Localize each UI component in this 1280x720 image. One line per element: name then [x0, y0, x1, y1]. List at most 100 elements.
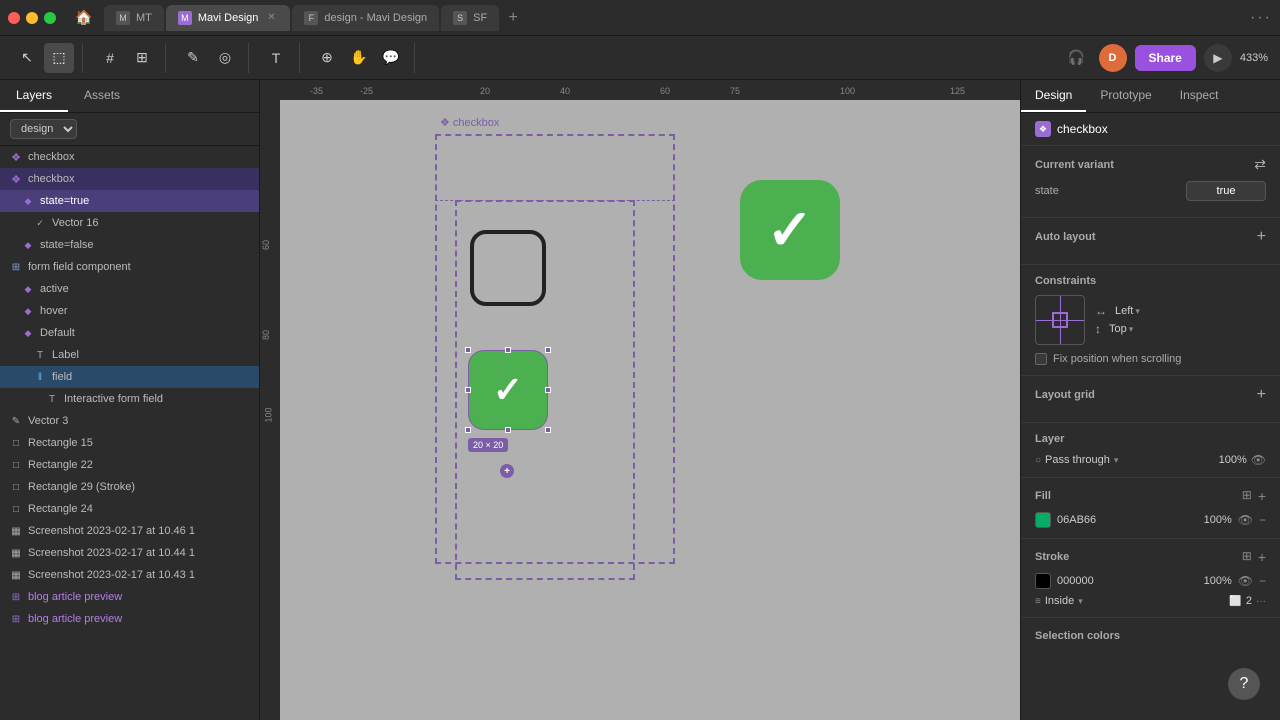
layer-item-active[interactable]: ◆ active: [0, 278, 259, 300]
layer-item-screenshot1[interactable]: ▦ Screenshot 2023-02-17 at 10.46 1: [0, 520, 259, 542]
minimize-button[interactable]: [26, 12, 38, 24]
tab-prototype[interactable]: Prototype: [1086, 80, 1165, 112]
stroke-opacity-value[interactable]: 100%: [1204, 575, 1232, 587]
checkbox-unchecked[interactable]: [470, 230, 546, 306]
handle-tl[interactable]: [465, 347, 471, 353]
handle-tr[interactable]: [545, 347, 551, 353]
stroke-grid-icon[interactable]: ⊞: [1242, 549, 1252, 565]
add-grid-button[interactable]: +: [1257, 386, 1266, 404]
tab-layers[interactable]: Layers: [0, 80, 68, 112]
add-button[interactable]: +: [500, 464, 514, 478]
component-tool-button[interactable]: ⊕: [312, 43, 342, 73]
variant-adjust-icon[interactable]: ⇄: [1254, 156, 1266, 173]
eye-icon-stroke[interactable]: 👁: [1238, 574, 1253, 588]
add-fill-button[interactable]: +: [1258, 488, 1266, 504]
layer-item-default[interactable]: ◆ Default: [0, 322, 259, 344]
handle-tm[interactable]: [505, 347, 511, 353]
right-panel-tabs: Design Prototype Inspect: [1021, 80, 1280, 113]
fill-hex-value[interactable]: 06AB66: [1057, 514, 1096, 526]
handle-mr[interactable]: [545, 387, 551, 393]
large-checkbox[interactable]: ✓: [740, 180, 840, 280]
variant-val-state[interactable]: true: [1186, 181, 1266, 201]
frame-tool-button[interactable]: #: [95, 43, 125, 73]
layer-item-form-field[interactable]: ⊞ form field component: [0, 256, 259, 278]
add-stroke-button[interactable]: +: [1258, 549, 1266, 565]
help-button[interactable]: ?: [1228, 668, 1260, 700]
select-tool-button[interactable]: ⬚: [44, 43, 74, 73]
tab-assets[interactable]: Assets: [68, 80, 136, 112]
checkbox-selected-container[interactable]: ✓: [468, 350, 548, 430]
slice-tool-button[interactable]: ⊞: [127, 43, 157, 73]
layer-item-state-true[interactable]: ◆ state=true: [0, 190, 259, 212]
layer-item-rect22[interactable]: □ Rectangle 22: [0, 454, 259, 476]
tab-inspect[interactable]: Inspect: [1166, 80, 1233, 112]
comment-tool-button[interactable]: 💬: [376, 43, 406, 73]
tab-design[interactable]: Design: [1021, 80, 1086, 112]
maximize-button[interactable]: [44, 12, 56, 24]
fill-grid-icon[interactable]: ⊞: [1242, 488, 1252, 504]
tab-design-mavi[interactable]: F design - Mavi Design: [292, 5, 439, 31]
text-tool-button[interactable]: T: [261, 43, 291, 73]
fill-color-picker[interactable]: 06AB66: [1035, 512, 1096, 528]
new-tab-button[interactable]: +: [501, 6, 525, 30]
handle-br[interactable]: [545, 427, 551, 433]
stroke-color-swatch[interactable]: [1035, 573, 1051, 589]
stroke-color-picker[interactable]: 000000: [1035, 573, 1094, 589]
fix-scroll-checkbox[interactable]: [1035, 353, 1047, 365]
constraint-h-val[interactable]: Left ▾: [1115, 305, 1140, 317]
play-button[interactable]: ▶: [1204, 44, 1232, 72]
stroke-width-control[interactable]: ⬜ 2 ···: [1229, 595, 1266, 607]
constraint-v-val[interactable]: Top ▾: [1109, 323, 1133, 335]
paint-tool-button[interactable]: ◎: [210, 43, 240, 73]
handle-ml[interactable]: [465, 387, 471, 393]
move-tool-button[interactable]: ↖: [12, 43, 42, 73]
layer-item-checkbox-component[interactable]: ❖ checkbox: [0, 146, 259, 168]
layer-item-interactive[interactable]: T Interactive form field: [0, 388, 259, 410]
handle-bl[interactable]: [465, 427, 471, 433]
add-autolayout-button[interactable]: +: [1257, 228, 1266, 246]
pen-tool-button[interactable]: ✎: [178, 43, 208, 73]
stroke-width-val[interactable]: 2: [1246, 595, 1252, 607]
layer-item-screenshot3[interactable]: ▦ Screenshot 2023-02-17 at 10.43 1: [0, 564, 259, 586]
layer-mode[interactable]: ○ Pass through ▾: [1035, 454, 1118, 466]
layer-item-blog2[interactable]: ⊞ blog article preview: [0, 608, 259, 630]
layer-item-checkbox-frame[interactable]: ❖ checkbox: [0, 168, 259, 190]
layer-item-hover[interactable]: ◆ hover: [0, 300, 259, 322]
layer-item-vector3[interactable]: ✎ Vector 3: [0, 410, 259, 432]
hand-tool-button[interactable]: ✋: [344, 43, 374, 73]
layer-opacity-val[interactable]: 100%: [1219, 454, 1247, 466]
canvas-area[interactable]: ❖ checkbox: [280, 100, 1020, 720]
stroke-more-icon[interactable]: ···: [1256, 596, 1266, 607]
fill-color-swatch[interactable]: [1035, 512, 1051, 528]
layer-item-state-false[interactable]: ◆ state=false: [0, 234, 259, 256]
design-dropdown[interactable]: design: [10, 119, 77, 139]
stroke-hex-value[interactable]: 000000: [1057, 575, 1094, 587]
section-title-grid: Layout grid: [1035, 389, 1095, 401]
tab-mavi-design[interactable]: M Mavi Design ✕: [166, 5, 291, 31]
home-icon[interactable]: 🏠: [70, 4, 98, 32]
tab-close-mavi[interactable]: ✕: [264, 11, 278, 25]
tab-sf[interactable]: S SF: [441, 5, 499, 31]
layer-item-rect15[interactable]: □ Rectangle 15: [0, 432, 259, 454]
handle-bm[interactable]: [505, 427, 511, 433]
layer-item-blog1[interactable]: ⊞ blog article preview: [0, 586, 259, 608]
layer-item-rect24[interactable]: □ Rectangle 24: [0, 498, 259, 520]
minus-fill-button[interactable]: −: [1259, 513, 1266, 527]
stroke-position-control[interactable]: ≡ Inside ▾: [1035, 595, 1083, 607]
eye-icon[interactable]: 👁: [1251, 453, 1266, 467]
headphone-icon[interactable]: 🎧: [1063, 44, 1091, 72]
layer-item-rect29[interactable]: □ Rectangle 29 (Stroke): [0, 476, 259, 498]
minus-stroke-button[interactable]: −: [1259, 574, 1266, 588]
canvas[interactable]: -35 -25 20 40 60 75 100 125 150 60 80 10…: [260, 80, 1020, 720]
share-button[interactable]: Share: [1135, 45, 1196, 71]
checkbox-checked[interactable]: ✓: [468, 350, 548, 430]
eye-icon-fill[interactable]: 👁: [1238, 513, 1253, 527]
layer-item-label[interactable]: T Label: [0, 344, 259, 366]
tab-mt[interactable]: M MT: [104, 5, 164, 31]
layer-item-screenshot2[interactable]: ▦ Screenshot 2023-02-17 at 10.44 1: [0, 542, 259, 564]
fill-opacity-value[interactable]: 100%: [1204, 514, 1232, 526]
layer-item-vector16[interactable]: ✓ Vector 16: [0, 212, 259, 234]
more-options-icon[interactable]: ···: [1250, 9, 1272, 27]
layer-item-field[interactable]: ‖ field: [0, 366, 259, 388]
close-button[interactable]: [8, 12, 20, 24]
